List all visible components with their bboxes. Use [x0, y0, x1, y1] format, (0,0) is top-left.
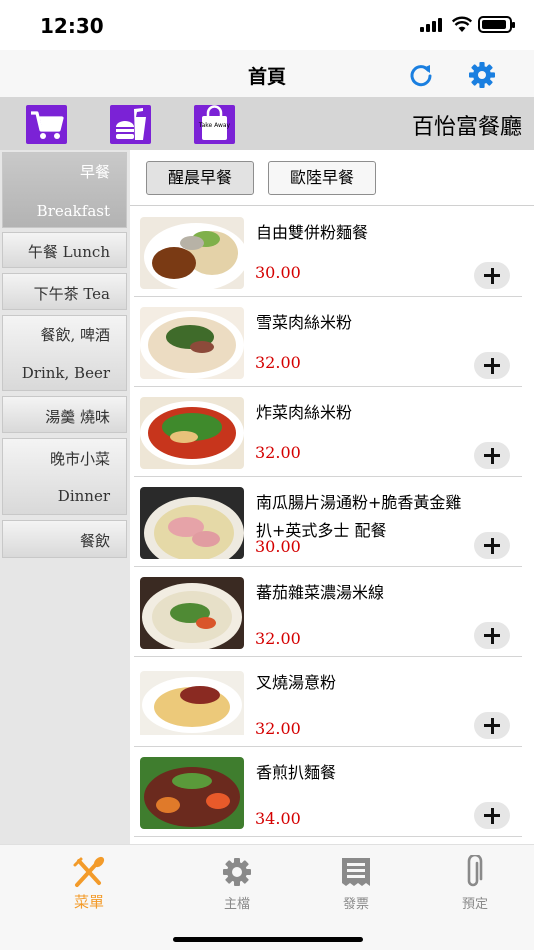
- category-sublabel: Drink, Beer: [21, 364, 110, 382]
- add-to-order-button[interactable]: [474, 622, 510, 649]
- category-drink-beer[interactable]: 餐飲, 啤酒 Drink, Beer: [2, 315, 127, 391]
- add-to-order-button[interactable]: [474, 712, 510, 739]
- restaurant-name: 百怡富餐廳: [411, 115, 522, 140]
- dish-image: [140, 307, 244, 379]
- dish-image: [140, 217, 244, 289]
- tab-bar: 菜單 主檔 發票 預定: [0, 844, 534, 950]
- gear-icon: [223, 858, 251, 886]
- tab-master[interactable]: 主檔: [177, 851, 297, 912]
- category-sidebar: 早餐 Breakfast 午餐 Lunch 下午茶 Tea 餐飲, 啤酒 Dri…: [0, 150, 130, 844]
- category-breakfast[interactable]: 早餐 Breakfast: [2, 152, 127, 228]
- signal-icon: [420, 18, 446, 32]
- fast-food-icon[interactable]: [110, 105, 151, 144]
- dish-name: 香煎扒麵餐: [256, 763, 337, 782]
- refresh-icon[interactable]: [408, 62, 434, 88]
- tab-label: 主檔: [223, 897, 250, 912]
- category-label: 餐飲: [79, 532, 110, 550]
- dish-image: [140, 577, 244, 649]
- svg-text:Take Away: Take Away: [198, 122, 231, 129]
- dish-name: 叉燒湯意粉: [256, 673, 337, 692]
- category-sublabel: Dinner: [57, 487, 110, 505]
- cart-icon[interactable]: [26, 105, 67, 144]
- dish-price: 32.00: [255, 629, 301, 648]
- category-lunch[interactable]: 午餐 Lunch: [2, 232, 127, 268]
- paperclip-icon: [467, 855, 483, 887]
- category-label: 晚市小菜: [49, 450, 110, 468]
- tab-label: 預定: [461, 897, 488, 912]
- menu-item[interactable]: 雪菜肉絲米粉 32.00: [134, 297, 522, 387]
- add-to-order-button[interactable]: [474, 262, 510, 289]
- category-tea[interactable]: 下午茶 Tea: [2, 273, 127, 310]
- page-title: 首頁: [247, 66, 286, 88]
- subtab-morning-breakfast[interactable]: 醒晨早餐: [146, 161, 254, 195]
- menu-item[interactable]: 南瓜腸片湯通粉+脆香黃金雞扒+英式多士 配餐 30.00: [134, 477, 522, 567]
- tab-invoice[interactable]: 發票: [296, 851, 416, 912]
- utensils-icon: [73, 856, 105, 887]
- dish-name: 自由雙併粉麵餐: [256, 223, 369, 242]
- dish-name: 炸菜肉絲米粉: [256, 403, 353, 422]
- tab-label: 菜單: [73, 893, 104, 911]
- subtab-continental-breakfast[interactable]: 歐陸早餐: [268, 161, 376, 195]
- category-sublabel: Breakfast: [36, 202, 110, 220]
- dish-price: 34.00: [255, 809, 301, 828]
- dish-image: [140, 397, 244, 469]
- tab-reservation[interactable]: 預定: [415, 851, 534, 912]
- menu-item[interactable]: 炸菜肉絲米粉 32.00: [134, 387, 522, 477]
- wifi-icon: [452, 16, 472, 32]
- nav-bar: 首頁: [0, 50, 534, 97]
- subcategory-tabs: 醒晨早餐 歐陸早餐: [130, 150, 534, 206]
- home-indicator: [173, 937, 363, 942]
- tab-menu[interactable]: 菜單: [29, 851, 149, 911]
- menu-panel: 醒晨早餐 歐陸早餐 自由雙併粉麵餐 30.00 雪菜肉絲米粉 32.00 炸菜肉…: [130, 150, 534, 844]
- category-soup-roast[interactable]: 湯羹 燒味: [2, 396, 127, 433]
- menu-item[interactable]: 蕃茄雜菜濃湯米線 32.00: [134, 567, 522, 657]
- toolbar: Take Away 百怡富餐廳: [0, 97, 534, 150]
- dish-name: 雪菜肉絲米粉: [256, 313, 353, 332]
- category-drinks[interactable]: 餐飲: [2, 520, 127, 558]
- menu-item[interactable]: 叉燒湯意粉 32.00: [134, 657, 522, 747]
- status-time: 12:30: [40, 14, 104, 38]
- tab-label: 發票: [342, 897, 369, 912]
- add-to-order-button[interactable]: [474, 442, 510, 469]
- add-to-order-button[interactable]: [474, 352, 510, 379]
- category-label: 下午茶 Tea: [33, 285, 110, 303]
- menu-item[interactable]: 自由雙併粉麵餐 30.00: [134, 207, 522, 297]
- dish-price: 30.00: [255, 537, 301, 556]
- dish-price: 32.00: [255, 353, 301, 372]
- menu-item[interactable]: 香煎扒麵餐 34.00: [134, 747, 522, 837]
- dish-image: [140, 487, 244, 559]
- receipt-icon: [342, 858, 370, 886]
- dish-price: 30.00: [255, 263, 301, 282]
- category-dinner[interactable]: 晚市小菜 Dinner: [2, 438, 127, 515]
- category-label: 早餐: [79, 163, 110, 181]
- add-to-order-button[interactable]: [474, 802, 510, 829]
- category-label: 餐飲, 啤酒: [40, 326, 110, 344]
- dish-price: 32.00: [255, 443, 301, 462]
- dish-price: 32.00: [255, 719, 301, 738]
- category-label: 湯羹 燒味: [45, 408, 110, 426]
- dish-image: [140, 757, 244, 829]
- gear-icon[interactable]: [468, 61, 496, 89]
- dish-image: [140, 671, 244, 743]
- status-bar: 12:30: [0, 0, 534, 50]
- add-to-order-button[interactable]: [474, 532, 510, 559]
- takeaway-bag-icon[interactable]: Take Away: [194, 105, 235, 144]
- battery-icon: [478, 16, 515, 33]
- category-label: 午餐 Lunch: [27, 243, 110, 261]
- dish-name: 蕃茄雜菜濃湯米線: [256, 583, 385, 602]
